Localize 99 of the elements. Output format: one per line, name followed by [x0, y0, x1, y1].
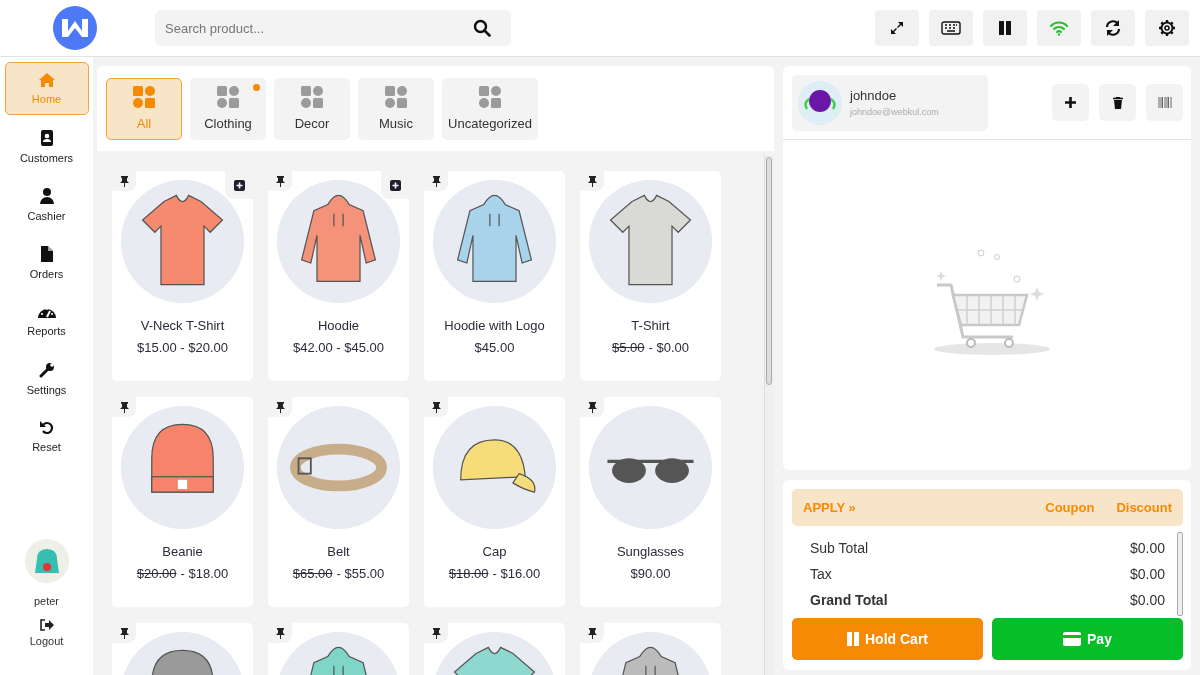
- pin-icon: [587, 175, 597, 187]
- refresh-button[interactable]: [1091, 10, 1135, 46]
- product-price: - $18.00: [180, 566, 229, 581]
- keyboard-icon: [941, 21, 961, 35]
- plus-icon: [1065, 97, 1076, 108]
- pin-icon: [431, 627, 441, 639]
- product-card[interactable]: T-Shirt $5.00 - $0.00: [580, 171, 721, 381]
- category-tab[interactable]: Music: [358, 77, 434, 140]
- pin-icon: [119, 175, 129, 187]
- product-price: $15.00 - $20.00: [136, 340, 229, 355]
- product-price: $45.00: [474, 340, 515, 355]
- grid-icon: [217, 86, 239, 108]
- product-name: V-Neck T-Shirt: [140, 318, 225, 333]
- file-icon: [40, 245, 53, 262]
- grid-icon: [479, 86, 501, 108]
- nav-item[interactable]: Cashier: [4, 178, 89, 231]
- plus-square-icon: [389, 179, 401, 191]
- product-card[interactable]: Cap $18.00 - $16.00: [424, 397, 565, 607]
- product-price: - $0.00: [648, 340, 689, 355]
- delete-button[interactable]: [1099, 84, 1136, 121]
- add-customer-button[interactable]: [1052, 84, 1089, 121]
- user-icon: [39, 187, 54, 204]
- total-label: Tax: [810, 566, 832, 582]
- pin-icon: [275, 627, 285, 639]
- refresh-icon: [1104, 19, 1122, 37]
- product-name: T-Shirt: [631, 318, 670, 333]
- search-field[interactable]: Search product...: [155, 10, 511, 46]
- product-name: Hoodie with Logo: [444, 318, 545, 333]
- product-card[interactable]: Beanie $20.00 - $18.00: [112, 397, 253, 607]
- pin-icon: [119, 401, 129, 413]
- product-name: Belt: [327, 544, 350, 559]
- expand-icon: [889, 20, 905, 36]
- pause-button[interactable]: [983, 10, 1027, 46]
- customer-name: johndoe: [850, 88, 898, 103]
- credit-card-icon: [1063, 632, 1082, 646]
- customer-card[interactable]: johndoe johndoe@webkul.com: [792, 74, 988, 131]
- pause-icon: [847, 632, 859, 646]
- old-price: $20.00: [136, 566, 177, 581]
- nav-item[interactable]: Settings: [4, 352, 89, 405]
- nav-item[interactable]: Reports: [4, 294, 89, 347]
- settings-button[interactable]: [1145, 10, 1189, 46]
- old-price: $65.00: [292, 566, 333, 581]
- grid-icon: [133, 86, 155, 108]
- total-value: $0.00: [1129, 540, 1165, 556]
- pin-icon: [587, 627, 597, 639]
- expand-button[interactable]: [875, 10, 919, 46]
- product-price: $42.00 - $45.00: [292, 340, 385, 355]
- product-card[interactable]: Sunglasses $90.00: [580, 397, 721, 607]
- scrollbar-thumb[interactable]: [1177, 532, 1183, 616]
- product-card[interactable]: Hoodie $42.00 - $45.00: [268, 171, 409, 381]
- home-icon: [38, 72, 55, 87]
- product-price: - $16.00: [492, 566, 541, 581]
- search-icon: [473, 19, 491, 37]
- user-name: peter: [33, 595, 60, 607]
- pause-icon: [997, 20, 1013, 36]
- category-tab[interactable]: Clothing: [190, 77, 266, 140]
- product-name: Cap: [482, 544, 507, 559]
- grid-icon: [301, 86, 323, 108]
- total-value: $0.00: [1129, 566, 1165, 582]
- contacts-icon: [39, 129, 54, 146]
- product-name: Hoodie: [317, 318, 360, 333]
- search-input[interactable]: Search product...: [163, 19, 473, 37]
- nav-item[interactable]: Orders: [4, 236, 89, 289]
- customer-email: johndoe@webkul.com: [850, 107, 939, 117]
- logout-icon: [39, 619, 54, 631]
- pin-icon: [431, 175, 441, 187]
- nav-item[interactable]: Customers: [4, 120, 89, 173]
- pin-icon: [275, 401, 285, 413]
- pin-icon: [119, 627, 129, 639]
- settings-icon: [1158, 19, 1176, 37]
- total-label: Sub Total: [810, 540, 869, 556]
- grid-icon: [385, 86, 407, 108]
- product-card[interactable]: V-Neck T-Shirt $15.00 - $20.00: [112, 171, 253, 381]
- scrollbar-thumb[interactable]: [766, 157, 772, 385]
- product-card[interactable]: Hoodie with Logo $45.00: [424, 171, 565, 381]
- product-name: Beanie: [162, 544, 203, 559]
- total-label: Grand Total: [810, 592, 888, 608]
- undo-icon: [39, 420, 54, 435]
- category-tab[interactable]: Uncategorized: [442, 77, 538, 140]
- old-price: $18.00: [448, 566, 489, 581]
- wrench-icon: [38, 361, 55, 378]
- category-tab[interactable]: Decor: [274, 77, 350, 140]
- product-card[interactable]: Belt $65.00 - $55.00: [268, 397, 409, 607]
- nav-item[interactable]: Reset: [4, 410, 89, 463]
- pin-icon: [275, 175, 285, 187]
- pin-icon: [587, 401, 597, 413]
- logo-icon: [52, 6, 97, 50]
- logout-button[interactable]: Logout: [29, 619, 64, 647]
- barcode-icon: [1157, 97, 1172, 108]
- plus-square-icon: [233, 179, 245, 191]
- old-price: $5.00: [612, 340, 645, 355]
- product-price: - $55.00: [336, 566, 385, 581]
- trash-icon: [1112, 96, 1123, 109]
- beanie-drawing: [151, 423, 214, 493]
- total-value: $0.00: [1129, 592, 1165, 608]
- product-name: Sunglasses: [616, 544, 685, 559]
- pin-icon: [431, 401, 441, 413]
- product-price: $90.00: [630, 566, 671, 581]
- keyboard-button[interactable]: [929, 10, 973, 46]
